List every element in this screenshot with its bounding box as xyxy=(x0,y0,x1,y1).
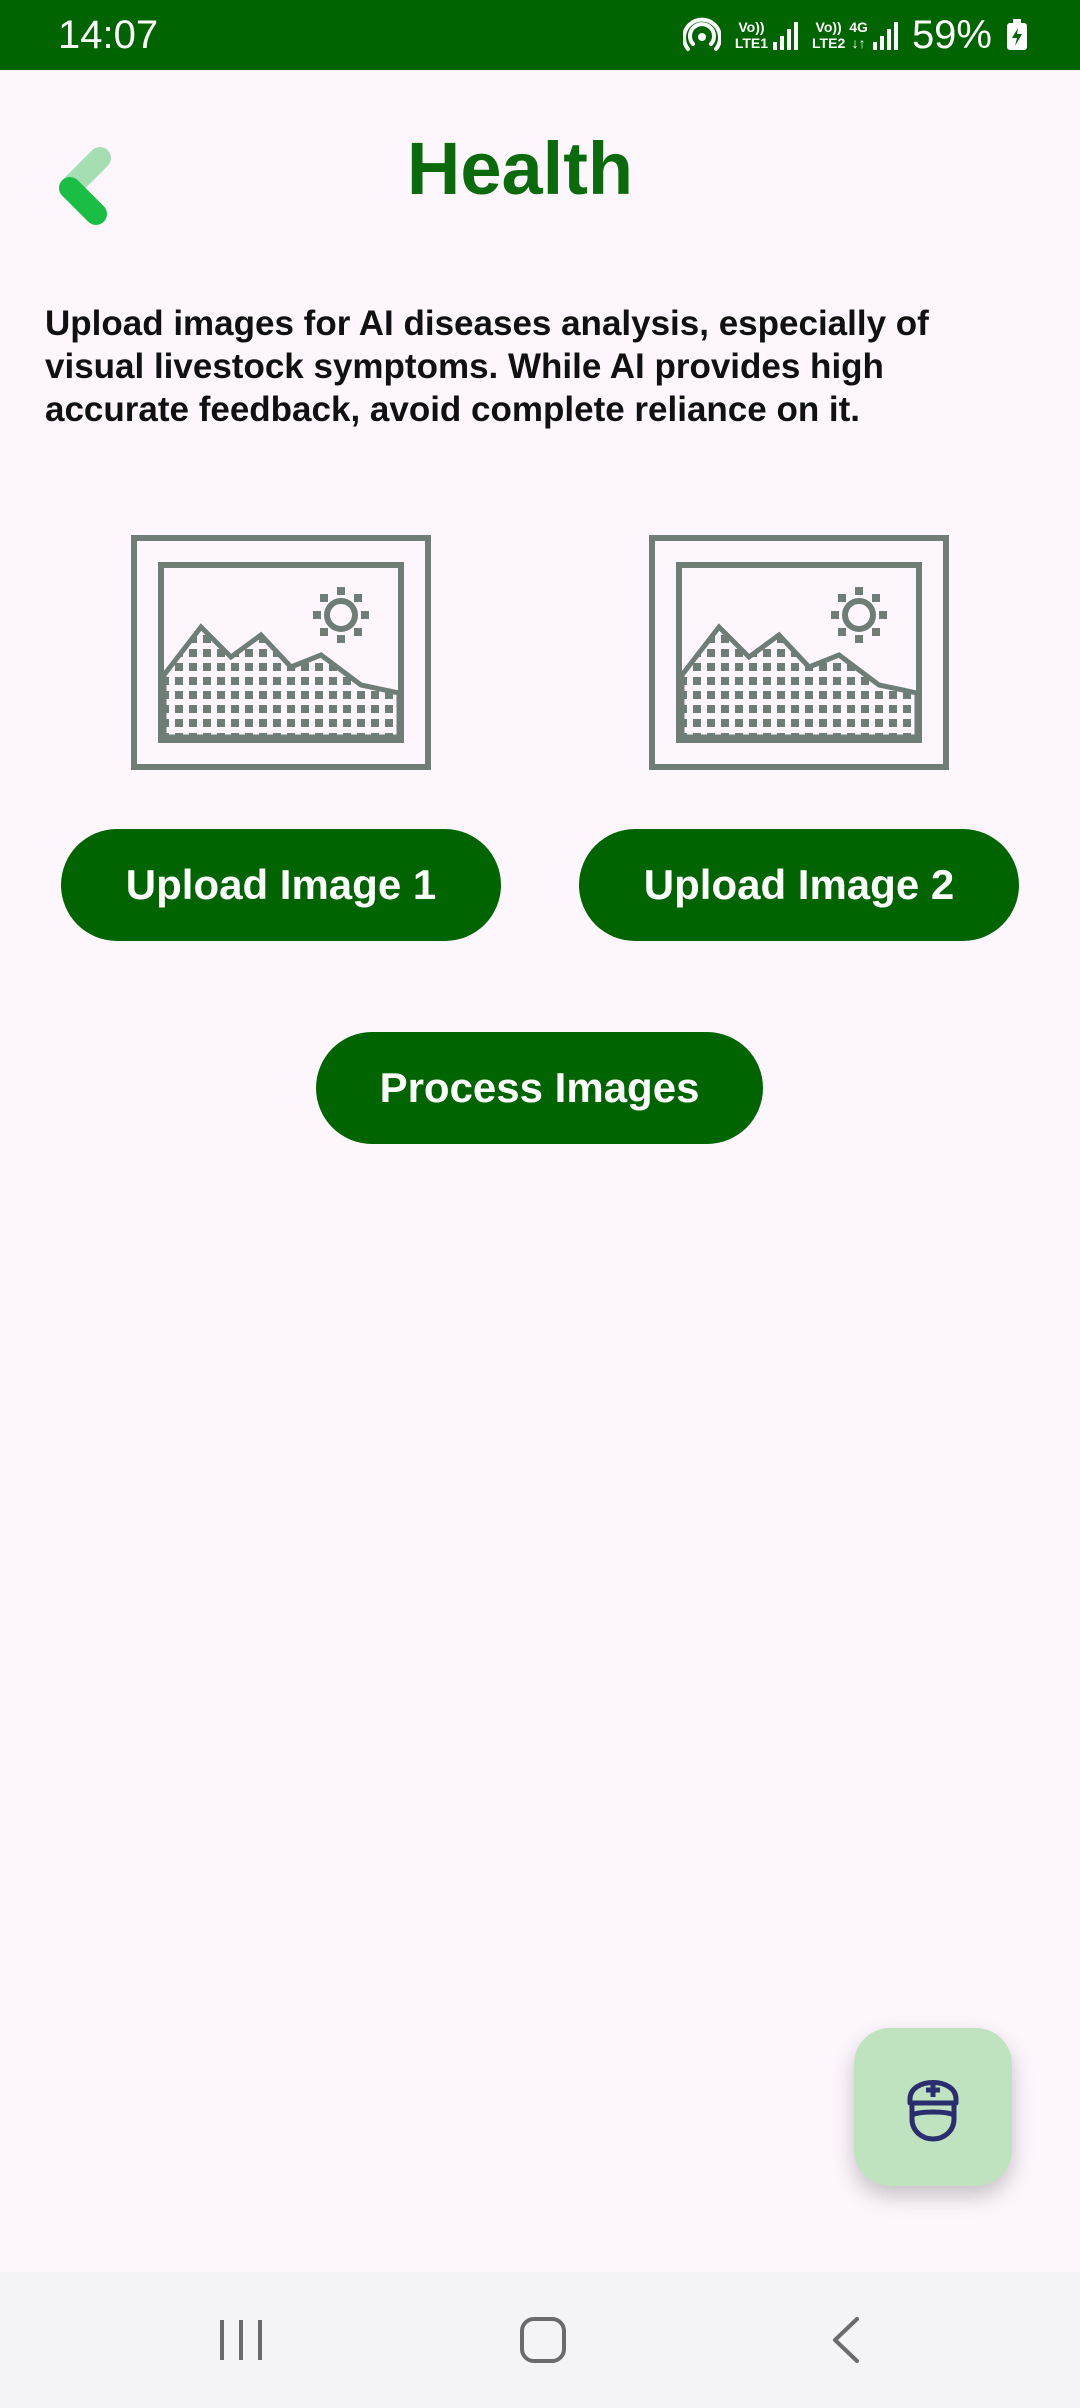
upload-image-2-button[interactable]: Upload Image 2 xyxy=(579,829,1019,941)
status-bar: 14:07 Vo)) LTE1 Vo)) LTE2 4G ↓↑ 59% xyxy=(0,0,1080,70)
doctor-fab-button[interactable] xyxy=(854,2028,1012,2186)
home-icon xyxy=(520,2317,566,2363)
sim2-signal: Vo)) LTE2 4G ↓↑ xyxy=(812,19,898,51)
process-images-button[interactable]: Process Images xyxy=(316,1032,763,1144)
home-button[interactable] xyxy=(483,2300,603,2380)
image-placeholder-icon xyxy=(131,535,431,770)
doctor-icon xyxy=(907,2080,959,2142)
sim2-volte-label: Vo)) xyxy=(815,19,842,35)
back-icon xyxy=(833,2317,859,2363)
sim1-signal: Vo)) LTE1 xyxy=(734,19,799,51)
signal-icon xyxy=(872,22,898,50)
battery-charging-icon xyxy=(1007,19,1027,50)
sim1-lte-label: LTE1 xyxy=(734,35,769,51)
recent-apps-icon xyxy=(220,2320,262,2360)
sim1-volte-label: Vo)) xyxy=(738,19,765,35)
upload-image-1-button[interactable]: Upload Image 1 xyxy=(61,829,501,941)
sim2-lte-label: LTE2 xyxy=(812,35,846,51)
hotspot-icon xyxy=(682,17,721,51)
data-arrows-icon: ↓↑ xyxy=(851,35,866,51)
page-title: Health xyxy=(406,127,634,210)
signal-icon xyxy=(773,22,799,50)
image-1-placeholder[interactable] xyxy=(131,535,431,770)
battery-percent: 59% xyxy=(911,13,992,57)
status-icons: Vo)) LTE1 Vo)) LTE2 4G ↓↑ 59% xyxy=(682,10,1028,60)
image-placeholder-icon xyxy=(649,535,949,770)
description-text: Upload images for AI diseases analysis, … xyxy=(45,304,929,429)
system-navigation-bar xyxy=(0,2272,1080,2408)
status-time: 14:07 xyxy=(58,13,159,57)
system-back-button[interactable] xyxy=(786,2300,906,2380)
image-2-placeholder[interactable] xyxy=(649,535,949,770)
recent-apps-button[interactable] xyxy=(181,2300,301,2380)
network-type-label: 4G xyxy=(849,19,868,35)
